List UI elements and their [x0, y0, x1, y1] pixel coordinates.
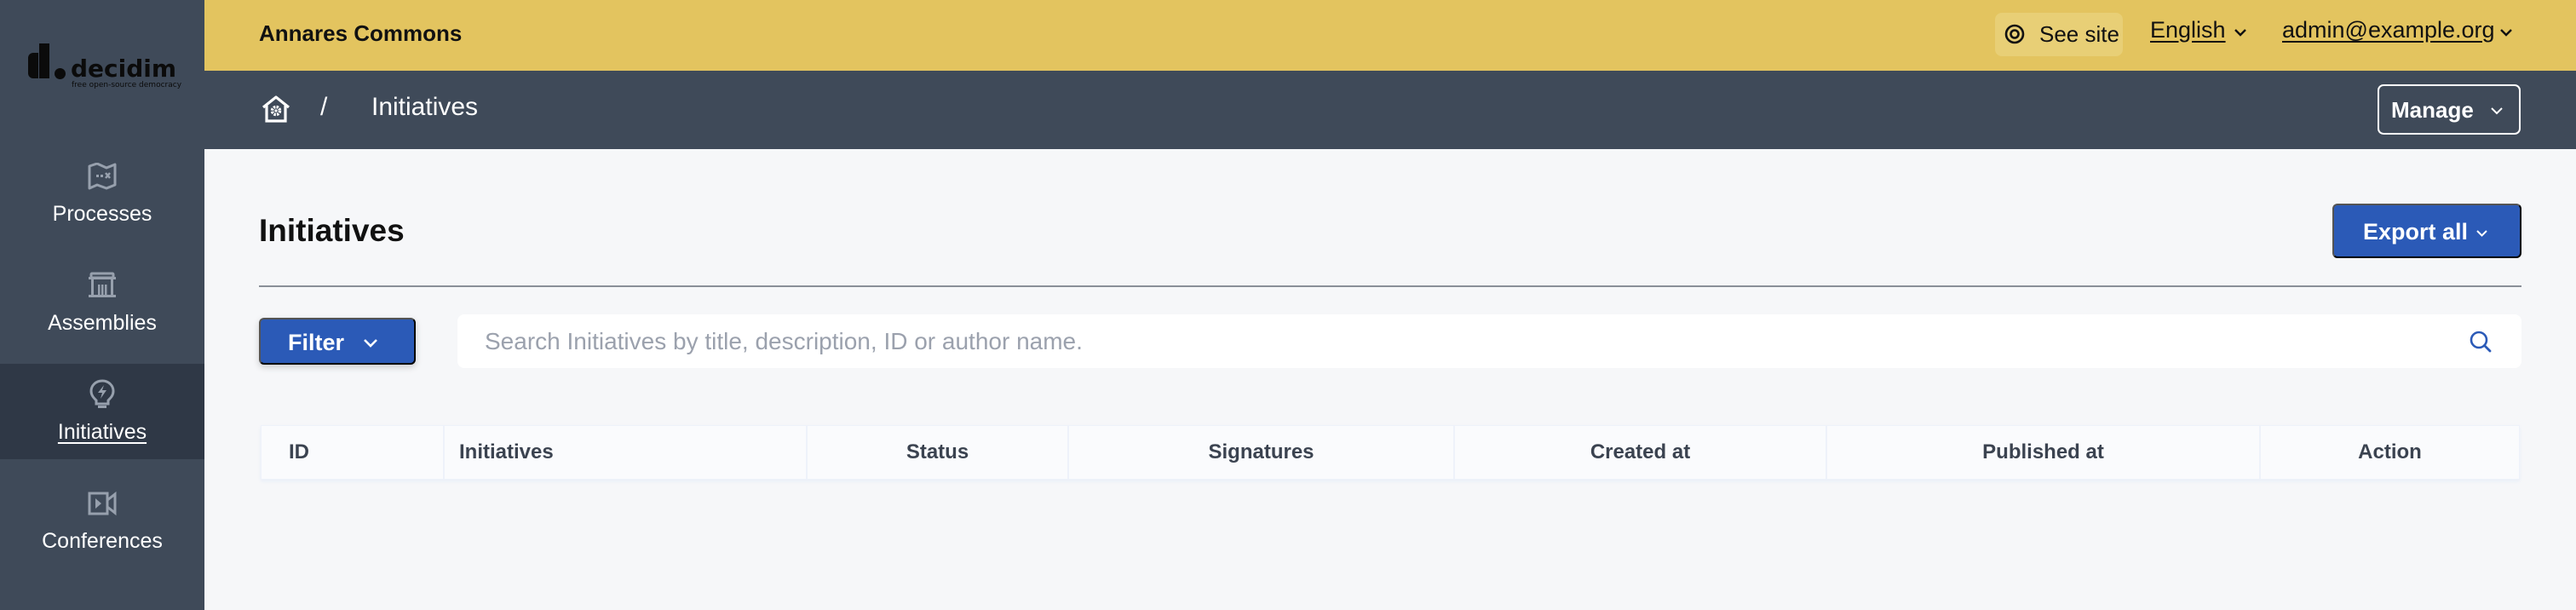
filter-label: Filter	[288, 330, 345, 355]
institution-icon	[89, 272, 116, 297]
sidebar-item-label: Processes	[52, 202, 152, 226]
sidebar-item-highlight	[0, 146, 204, 241]
filter-button[interactable]: Filter	[259, 318, 416, 365]
map-icon	[88, 163, 117, 190]
sidebar: decidim free open-source democracy Proce…	[0, 0, 204, 610]
breadcrumb-bar: / Initiatives Manage	[204, 71, 2576, 149]
search-box	[457, 314, 2521, 368]
manage-button[interactable]: Manage	[2378, 84, 2521, 135]
logo-wordmark: decidim	[71, 55, 177, 83]
chevron-down-icon[interactable]	[2499, 27, 2513, 37]
decidim-logo[interactable]: decidim free open-source democracy	[28, 43, 190, 95]
column-header-published-at[interactable]: Published at	[1827, 426, 2261, 479]
breadcrumb-current[interactable]: Initiatives	[371, 93, 478, 122]
sidebar-item-label: Conferences	[42, 529, 163, 553]
logo-mark-bar-short	[28, 53, 38, 78]
see-site-button[interactable]: See site	[1995, 13, 2123, 56]
home-gear-icon[interactable]	[261, 95, 291, 124]
column-header-signatures[interactable]: Signatures	[1069, 426, 1455, 479]
sidebar-item-highlight	[0, 473, 204, 568]
column-header-id[interactable]: ID	[262, 426, 445, 479]
column-header-status[interactable]: Status	[808, 426, 1069, 479]
page-title: Initiatives	[259, 213, 405, 248]
sidebar-item-assemblies[interactable]: Assemblies	[0, 248, 204, 357]
title-divider	[259, 285, 2521, 287]
chevron-down-icon	[2491, 107, 2503, 115]
top-bar: Annares Commons See site English admin@e…	[204, 0, 2576, 71]
sidebar-item-label: Assemblies	[48, 311, 157, 335]
sidebar-item-highlight	[0, 364, 204, 459]
see-site-label: See site	[2039, 21, 2119, 47]
user-menu[interactable]: admin@example.org	[2282, 17, 2495, 43]
sidebar-item-processes[interactable]: Processes	[0, 139, 204, 248]
logo-mark-dot	[55, 68, 66, 79]
eye-icon	[2004, 24, 2025, 44]
video-icon	[88, 491, 117, 516]
organization-name: Annares Commons	[259, 20, 463, 46]
sidebar-item-highlight	[0, 255, 204, 350]
logo-mark-bar-tall	[39, 43, 49, 78]
export-all-label: Export all	[2363, 219, 2469, 245]
chevron-down-icon	[364, 339, 377, 348]
breadcrumb-separator: /	[320, 93, 328, 121]
export-all-button[interactable]: Export all	[2332, 204, 2521, 258]
logo-tagline: free open-source democracy	[72, 81, 182, 89]
manage-label: Manage	[2391, 97, 2474, 123]
chevron-down-icon	[2476, 230, 2487, 237]
column-header-created-at[interactable]: Created at	[1455, 426, 1827, 479]
search-icon[interactable]	[2469, 330, 2493, 354]
column-header-initiatives[interactable]: Initiatives	[445, 426, 808, 479]
chevron-down-icon[interactable]	[2234, 27, 2247, 37]
sidebar-item-conferences[interactable]: Conferences	[0, 466, 204, 575]
sidebar-item-label: Initiatives	[57, 420, 147, 444]
initiatives-table: ID Initiatives Status Signatures Created…	[261, 425, 2520, 480]
sidebar-item-initiatives[interactable]: Initiatives	[0, 357, 204, 466]
search-input[interactable]	[485, 314, 2444, 368]
column-header-action: Action	[2358, 440, 2422, 463]
lightbulb-icon	[89, 379, 115, 408]
language-selector[interactable]: English	[2150, 17, 2226, 43]
